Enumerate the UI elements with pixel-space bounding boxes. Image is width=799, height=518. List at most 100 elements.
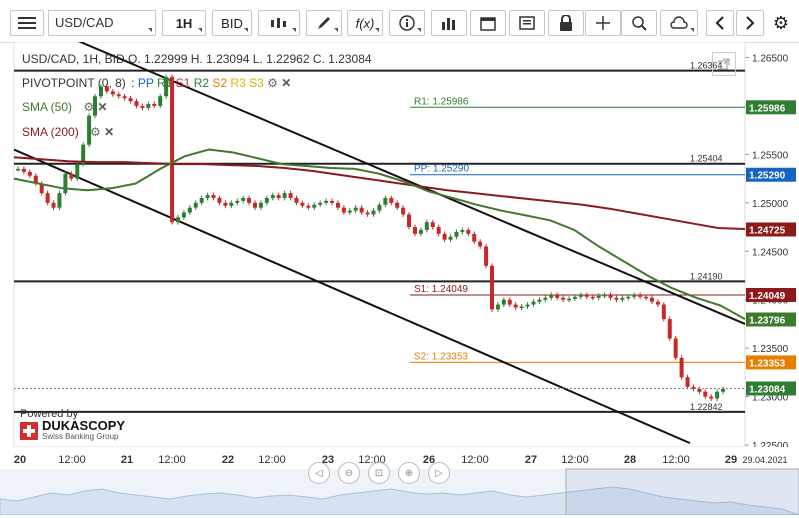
candle-body — [531, 301, 536, 305]
candle-body — [134, 101, 139, 106]
candle-body — [596, 295, 601, 298]
candle-body — [448, 236, 453, 240]
next-button[interactable] — [736, 10, 764, 36]
prev-button[interactable] — [706, 10, 734, 36]
candle-body — [525, 304, 530, 307]
zoom-out-icon[interactable]: ⊖ — [338, 462, 360, 484]
horizontal-level-label: 1.22842 — [690, 402, 723, 412]
menu-button[interactable] — [10, 10, 44, 36]
pivot-close-icon[interactable]: ✕ — [281, 76, 291, 90]
candle-body — [229, 202, 234, 206]
candle-body — [16, 168, 20, 171]
bar-chart-icon — [442, 18, 455, 30]
brand-tagline: Swiss Banking Group — [42, 432, 119, 441]
candle-body — [395, 202, 400, 208]
settings-button[interactable]: ⚙ — [768, 10, 794, 36]
pivot-s2: S2 — [212, 76, 228, 90]
candle-body — [264, 197, 269, 203]
price-chart[interactable]: 1.265001.260001.255001.250001.245001.240… — [0, 32, 799, 516]
y-tick-label: 1.25000 — [752, 199, 789, 210]
candle-body — [217, 197, 222, 203]
candle-body — [667, 319, 672, 339]
side-label: BID — [221, 15, 243, 31]
sma50-settings-icon[interactable]: ⚙ — [83, 100, 94, 114]
pivot-s1: S1 — [175, 76, 191, 90]
info-button[interactable] — [389, 10, 425, 36]
candle-body — [614, 297, 619, 300]
reset-view-icon[interactable]: ⊡ — [368, 462, 390, 484]
candle-body — [513, 304, 518, 308]
lock-icon — [560, 15, 572, 31]
candle-body — [371, 210, 376, 215]
candle-body — [247, 197, 252, 203]
chart-area[interactable]: 1.265001.260001.255001.250001.245001.240… — [0, 32, 799, 516]
candle-body — [407, 214, 412, 228]
x-tick-label: 21 — [121, 454, 133, 466]
x-tick-label: 22 — [222, 454, 234, 466]
cloud-button[interactable] — [660, 10, 698, 36]
candle-body — [318, 202, 323, 205]
candle-body — [649, 297, 654, 302]
x-tick-label: 28 — [624, 454, 636, 466]
price-tag-label: 1.23796 — [749, 315, 786, 326]
pivot-r1: R1 — [156, 76, 173, 90]
candle-body — [460, 229, 465, 232]
zoom-button[interactable] — [621, 10, 657, 36]
chart-type-button[interactable] — [258, 10, 300, 36]
draw-button[interactable] — [306, 10, 342, 36]
gear-icon: ⚙ — [772, 12, 790, 33]
crosshair-icon — [596, 16, 610, 30]
navigator-window — [565, 468, 799, 516]
candle-body — [436, 227, 441, 234]
candle-body — [555, 294, 560, 298]
scroll-left-icon[interactable]: ◁ — [308, 462, 330, 484]
y-tick-label: 1.26500 — [752, 54, 789, 65]
pivot-pp: PP — [137, 76, 154, 90]
x-tick-label: 12:00 — [461, 454, 489, 466]
side-select[interactable]: BID — [212, 10, 252, 36]
chevron-left-icon — [715, 16, 724, 30]
pivot-label-pp: PP: 1.25290 — [414, 164, 469, 175]
candle-body — [561, 297, 566, 300]
candle-body — [128, 98, 133, 102]
sma50-close-icon[interactable]: ✕ — [97, 100, 107, 114]
crosshair-button[interactable] — [585, 10, 621, 36]
candles-icon — [271, 18, 286, 28]
symbol-select[interactable]: USD/CAD — [48, 10, 156, 36]
x-tick-label: 27 — [525, 454, 537, 466]
candle-body — [205, 195, 210, 198]
candle-body — [638, 294, 643, 297]
timeframe-select[interactable]: 1H — [162, 10, 206, 36]
candle-body — [193, 202, 198, 208]
lock-button[interactable] — [548, 10, 584, 36]
candle-body — [187, 207, 192, 213]
chart-navigation: ◁ ⊖ ⊡ ⊕ ▷ — [308, 462, 450, 484]
indicators-button[interactable]: f(x) — [347, 10, 383, 36]
branding: Powered by DUKASCOPY Swiss Banking Group — [20, 408, 125, 441]
candle-body — [578, 294, 583, 297]
candle-body — [466, 229, 471, 234]
scroll-right-icon[interactable]: ▷ — [428, 462, 450, 484]
pivot-settings-icon[interactable]: ⚙ — [267, 76, 278, 90]
sma200-close-icon[interactable]: ✕ — [104, 125, 114, 139]
news-icon — [519, 16, 535, 30]
candle-body — [211, 195, 216, 198]
candle-body — [282, 193, 287, 198]
volume-button[interactable] — [431, 10, 467, 36]
candle-body — [341, 207, 346, 213]
candle-body — [507, 299, 512, 305]
news-button[interactable] — [509, 10, 545, 36]
pivot-label: PIVOTPOINT (0, 8) — [22, 76, 126, 90]
candle-body — [697, 388, 702, 392]
popout-icon — [718, 58, 730, 70]
calendar-button[interactable] — [470, 10, 506, 36]
price-tag-label: 1.23353 — [749, 358, 786, 369]
sma200-settings-icon[interactable]: ⚙ — [90, 125, 101, 139]
candle-body — [495, 304, 500, 310]
zoom-in-icon[interactable]: ⊕ — [398, 462, 420, 484]
candle-body — [709, 396, 714, 399]
candle-body — [335, 202, 340, 208]
candle-body — [584, 294, 589, 297]
pivot-label-r1: R1: 1.25986 — [414, 96, 469, 107]
popout-button[interactable] — [712, 52, 736, 76]
